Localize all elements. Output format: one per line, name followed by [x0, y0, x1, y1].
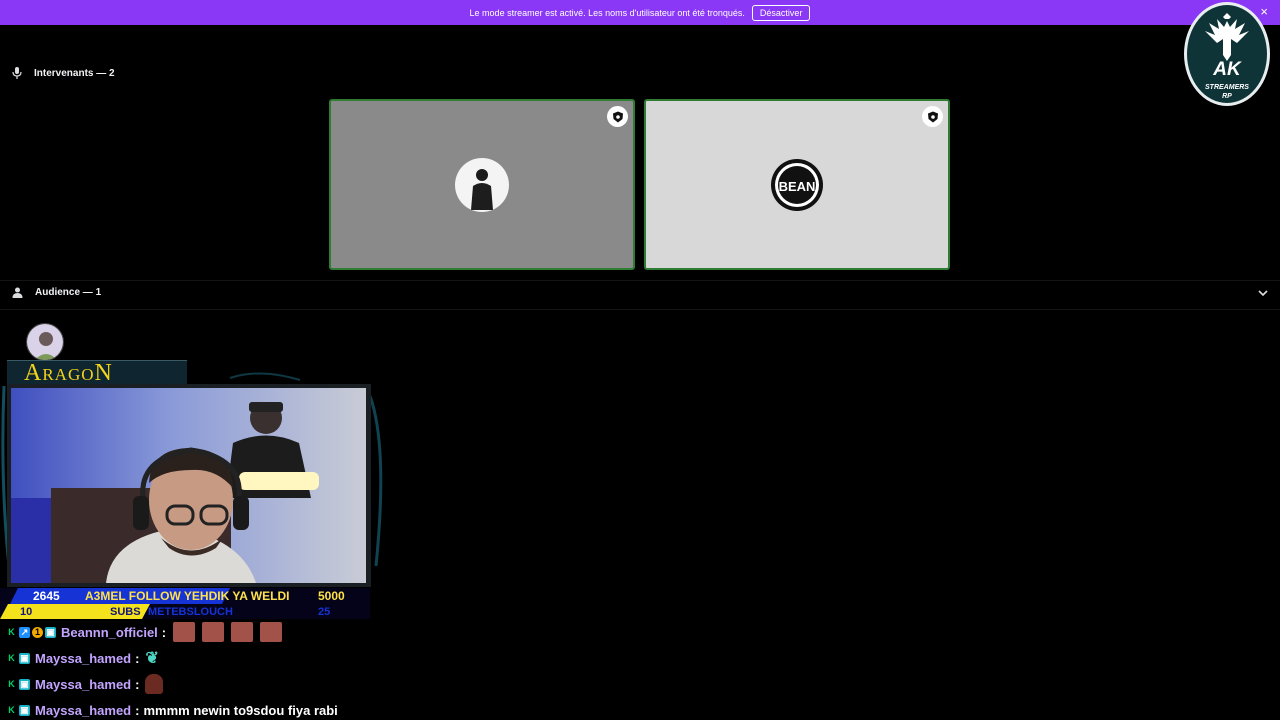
audience-icon	[12, 287, 23, 298]
speakers-header-label: Intervenants — 2	[34, 67, 115, 79]
webcam-feed	[11, 388, 366, 583]
chat-separator: :	[135, 676, 140, 692]
avatar-text: BEAN	[779, 179, 816, 194]
speaker-avatar: BEAN	[770, 158, 824, 212]
chat-separator: :	[135, 650, 140, 666]
chat-message: K ▣ Mayssa_hamed :	[6, 673, 366, 695]
ticker-message: A3MEL FOLLOW YEHDIK YA WELDI	[85, 589, 290, 603]
moderator-badge-icon	[607, 106, 628, 127]
logo-main-text: AK	[1213, 59, 1241, 80]
microphone-icon	[12, 67, 22, 79]
divider	[0, 309, 1280, 310]
emote-icon	[260, 622, 283, 642]
verified-badge-icon: ↗	[19, 626, 30, 638]
sub-badge-icon: ▣	[19, 652, 30, 664]
sub-badge-icon: ▣	[45, 626, 56, 638]
chat-separator: :	[161, 624, 167, 640]
chat-username[interactable]: Mayssa_hamed	[35, 677, 131, 692]
logo-sub-text-2: RP	[1222, 93, 1232, 100]
chat-separator: :	[135, 702, 140, 718]
feather-emote-icon: ❦	[145, 650, 159, 667]
chat-text: mmmm newin to9sdou fiya rabi	[143, 702, 338, 718]
kick-badge-icon: K	[8, 627, 15, 637]
chevron-down-icon[interactable]	[1258, 288, 1268, 298]
chat-message: K ↗ 1 ▣ Beannn_officiel :	[6, 621, 366, 643]
speakers-header: Intervenants — 2	[12, 67, 115, 79]
speaker-avatar	[455, 157, 509, 212]
kick-badge-icon: K	[8, 705, 15, 715]
audience-header-label: Audience — 1	[35, 287, 102, 298]
divider	[0, 280, 1280, 281]
ak-streamers-logo: AK STREAMERS RP	[1184, 2, 1270, 106]
speaker-tile-2[interactable]: BEAN	[644, 99, 950, 270]
streamer-mode-banner: Le mode streamer est activé. Les noms d'…	[0, 0, 1280, 25]
subs-label: SUBS	[110, 606, 141, 618]
follow-count: 2645	[33, 589, 60, 603]
person-emote-icon	[145, 674, 164, 694]
sub-count: 10	[20, 606, 33, 618]
chat-username[interactable]: Mayssa_hamed	[35, 651, 131, 666]
sub-badge-icon: ▣	[19, 704, 30, 716]
sub-goal: 25	[318, 606, 331, 618]
chat-message: K ▣ Mayssa_hamed : ❦	[6, 647, 366, 669]
audience-avatar[interactable]	[26, 323, 64, 361]
logo-sub-text: STREAMERS	[1205, 84, 1249, 91]
moderator-badge-icon	[922, 106, 943, 127]
chat-username[interactable]: Beannn_officiel	[61, 625, 158, 640]
kick-badge-icon: K	[8, 679, 15, 689]
audience-header: Audience — 1	[12, 287, 101, 298]
founder-badge-icon: 1	[32, 626, 43, 638]
sub-badge-icon: ▣	[19, 678, 30, 690]
speaker-tile-1[interactable]	[329, 99, 635, 270]
chat-message: K ▣ Mayssa_hamed : mmmm newin to9sdou fi…	[6, 699, 366, 720]
follow-goal: 5000	[318, 589, 345, 603]
emote-icon	[231, 622, 254, 642]
latest-sub-name: METEBSLOUCH	[148, 606, 233, 618]
disable-streamer-mode-button[interactable]: Désactiver	[751, 4, 811, 21]
emote-icon	[202, 622, 225, 642]
kick-badge-icon: K	[8, 653, 15, 663]
banner-text: Le mode streamer est activé. Les noms d'…	[469, 7, 745, 18]
chat-username[interactable]: Mayssa_hamed	[35, 703, 131, 718]
emote-icon	[173, 622, 196, 642]
